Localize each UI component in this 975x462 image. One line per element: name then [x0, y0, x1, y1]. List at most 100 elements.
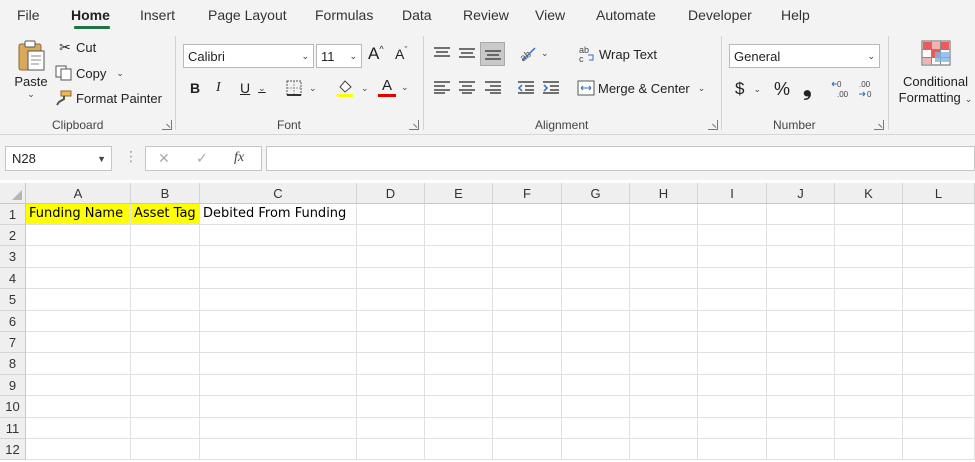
cell[interactable]: [357, 289, 425, 311]
cell-b1[interactable]: Asset Tag: [131, 204, 200, 225]
row-header-10[interactable]: 10: [0, 396, 26, 418]
column-header-d[interactable]: D: [357, 183, 425, 204]
cell[interactable]: [131, 375, 200, 396]
cell[interactable]: [493, 246, 562, 268]
tab-developer[interactable]: Developer: [688, 7, 752, 23]
cell[interactable]: [200, 225, 357, 246]
borders-button[interactable]: ⌄: [286, 80, 317, 96]
cell[interactable]: [630, 246, 698, 268]
percent-style-button[interactable]: %: [774, 79, 790, 100]
cell[interactable]: [26, 353, 131, 375]
tab-formulas[interactable]: Formulas: [315, 7, 373, 23]
row-header-4[interactable]: 4: [0, 268, 26, 289]
cell[interactable]: [903, 225, 975, 246]
column-header-c[interactable]: C: [200, 183, 357, 204]
tab-view[interactable]: View: [535, 7, 565, 23]
cell[interactable]: [357, 375, 425, 396]
decrease-decimal-button[interactable]: .00 0: [857, 79, 877, 99]
confirm-entry-icon[interactable]: ✓: [196, 150, 208, 167]
row-header-8[interactable]: 8: [0, 353, 26, 375]
cell[interactable]: [698, 246, 767, 268]
format-painter-button[interactable]: Format Painter: [55, 90, 162, 106]
cell[interactable]: [131, 289, 200, 311]
row-header-9[interactable]: 9: [0, 375, 26, 396]
column-header-k[interactable]: K: [835, 183, 903, 204]
drag-handle-icon[interactable]: ⋮: [124, 148, 138, 165]
row-header-1[interactable]: 1: [0, 204, 26, 225]
tab-automate[interactable]: Automate: [596, 7, 656, 23]
cell[interactable]: [200, 396, 357, 418]
cell[interactable]: [357, 396, 425, 418]
cell[interactable]: [425, 246, 493, 268]
cell[interactable]: [767, 225, 835, 246]
cell[interactable]: [425, 418, 493, 439]
clipboard-dialog-launcher-icon[interactable]: [162, 120, 172, 130]
cell[interactable]: [493, 375, 562, 396]
cell[interactable]: [767, 311, 835, 332]
cell[interactable]: [562, 353, 630, 375]
cell[interactable]: [562, 204, 630, 225]
cell[interactable]: [26, 439, 131, 460]
align-bottom-button[interactable]: [480, 42, 505, 66]
align-left-button[interactable]: [433, 80, 451, 94]
cell[interactable]: [562, 311, 630, 332]
copy-button[interactable]: Copy ⌄: [55, 65, 124, 81]
bold-button[interactable]: B: [190, 80, 200, 96]
cell[interactable]: [562, 332, 630, 353]
cell[interactable]: [131, 332, 200, 353]
cell[interactable]: [200, 289, 357, 311]
column-header-j[interactable]: J: [767, 183, 835, 204]
align-top-button[interactable]: [433, 46, 451, 60]
cell[interactable]: [698, 353, 767, 375]
cell[interactable]: [767, 204, 835, 225]
column-header-e[interactable]: E: [425, 183, 493, 204]
cell[interactable]: [562, 375, 630, 396]
cell[interactable]: [493, 396, 562, 418]
tab-review[interactable]: Review: [463, 7, 509, 23]
cell[interactable]: [698, 225, 767, 246]
font-family-select[interactable]: Calibri ⌄: [183, 44, 314, 68]
row-header-5[interactable]: 5: [0, 289, 26, 311]
align-right-button[interactable]: [484, 80, 502, 94]
align-middle-button[interactable]: [458, 46, 476, 60]
cell[interactable]: [26, 332, 131, 353]
cell[interactable]: [562, 439, 630, 460]
cell[interactable]: [357, 204, 425, 225]
font-size-select[interactable]: 11 ⌄: [316, 44, 362, 68]
row-header-3[interactable]: 3: [0, 246, 26, 268]
cell[interactable]: [767, 246, 835, 268]
cell[interactable]: [425, 289, 493, 311]
cell[interactable]: [835, 396, 903, 418]
italic-button[interactable]: I: [216, 80, 221, 96]
row-header-11[interactable]: 11: [0, 418, 26, 439]
row-header-7[interactable]: 7: [0, 332, 26, 353]
accounting-format-button[interactable]: $ ⌄: [735, 79, 761, 99]
cell[interactable]: [835, 268, 903, 289]
cell[interactable]: [767, 396, 835, 418]
cell[interactable]: [835, 375, 903, 396]
cell[interactable]: [835, 311, 903, 332]
cell[interactable]: [630, 418, 698, 439]
cell[interactable]: [562, 268, 630, 289]
cell[interactable]: [493, 353, 562, 375]
cell[interactable]: [630, 353, 698, 375]
cell[interactable]: [493, 268, 562, 289]
cell[interactable]: [767, 375, 835, 396]
cell[interactable]: [131, 268, 200, 289]
cell[interactable]: [26, 246, 131, 268]
tab-file[interactable]: File: [17, 7, 40, 23]
cell[interactable]: [835, 289, 903, 311]
cell[interactable]: [562, 225, 630, 246]
cell[interactable]: [493, 332, 562, 353]
cell[interactable]: [630, 204, 698, 225]
cut-button[interactable]: ✂ Cut: [57, 39, 96, 56]
insert-function-icon[interactable]: fx: [234, 150, 244, 166]
column-header-i[interactable]: I: [698, 183, 767, 204]
cell[interactable]: [493, 311, 562, 332]
cell[interactable]: [698, 375, 767, 396]
decrease-font-size-button[interactable]: Aˇ: [395, 45, 407, 62]
tab-insert[interactable]: Insert: [140, 7, 175, 23]
cell[interactable]: [698, 332, 767, 353]
cell[interactable]: [357, 246, 425, 268]
cell[interactable]: [903, 439, 975, 460]
